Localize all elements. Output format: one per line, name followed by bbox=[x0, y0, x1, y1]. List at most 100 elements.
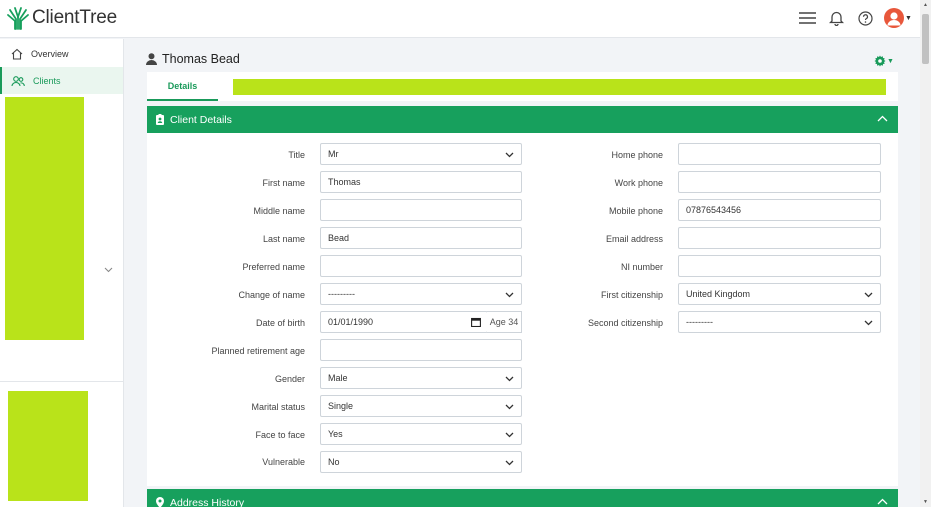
change-of-name-value: --------- bbox=[328, 289, 355, 299]
help-icon[interactable] bbox=[855, 8, 875, 28]
chevron-down-icon bbox=[505, 150, 514, 160]
age-addon: Age 34 bbox=[487, 311, 522, 333]
redacted-block bbox=[8, 391, 88, 501]
chevron-down-icon bbox=[505, 374, 514, 384]
person-icon bbox=[146, 53, 157, 65]
preferred-name-label: Preferred name bbox=[242, 262, 305, 272]
sidebar-item-label: Overview bbox=[31, 48, 69, 59]
change-of-name-label: Change of name bbox=[238, 290, 305, 300]
gender-label: Gender bbox=[274, 374, 305, 384]
tab-bar: Details bbox=[147, 72, 898, 101]
address-history-panel: Address History bbox=[147, 489, 898, 507]
client-details-header[interactable]: Client Details bbox=[147, 106, 898, 133]
planned-retirement-age-input[interactable] bbox=[320, 339, 522, 361]
second-citizenship-value: --------- bbox=[686, 317, 713, 327]
scroll-up-arrow-icon[interactable]: ▲ bbox=[922, 2, 929, 8]
top-navbar: ClientTree ▼ bbox=[0, 0, 920, 38]
gender-select[interactable]: Male bbox=[320, 367, 522, 389]
last-name-value: Bead bbox=[328, 233, 350, 243]
sidebar: Overview Clients bbox=[0, 39, 124, 507]
page-title: Thomas Bead bbox=[146, 52, 240, 66]
second-citizenship-label: Second citizenship bbox=[587, 318, 663, 328]
chevron-down-icon bbox=[505, 458, 514, 468]
client-name: Thomas Bead bbox=[162, 52, 240, 66]
chevron-down-icon bbox=[864, 318, 873, 328]
user-menu[interactable]: ▼ bbox=[884, 8, 912, 28]
home-icon bbox=[11, 48, 23, 60]
date-of-birth-label: Date of birth bbox=[255, 318, 305, 328]
home-phone-input[interactable] bbox=[678, 143, 881, 165]
gear-icon bbox=[874, 55, 886, 67]
tree-logo-icon bbox=[7, 7, 29, 30]
panel-title: Client Details bbox=[170, 113, 232, 126]
page-scrollbar[interactable]: ▲ ▼ bbox=[920, 0, 931, 507]
second-citizenship-select[interactable]: --------- bbox=[678, 311, 881, 333]
settings-menu[interactable]: ▼ bbox=[874, 55, 894, 67]
marital-status-label: Marital status bbox=[251, 402, 305, 412]
date-of-birth-value: 01/01/1990 bbox=[328, 317, 374, 327]
change-of-name-select[interactable]: --------- bbox=[320, 283, 522, 305]
email-address-label: Email address bbox=[605, 234, 663, 244]
first-citizenship-value: United Kingdom bbox=[686, 289, 751, 299]
panel-title: Address History bbox=[170, 496, 245, 507]
sidebar-divider bbox=[0, 381, 124, 382]
users-icon bbox=[11, 75, 25, 86]
preferred-name-input[interactable] bbox=[320, 255, 522, 277]
scroll-thumb[interactable] bbox=[922, 14, 929, 64]
ni-number-label: NI number bbox=[620, 262, 663, 272]
calendar-icon[interactable] bbox=[471, 317, 481, 329]
bell-icon[interactable] bbox=[826, 8, 846, 28]
email-address-input[interactable] bbox=[678, 227, 881, 249]
first-citizenship-label: First citizenship bbox=[600, 290, 663, 300]
sidebar-item-label: Clients bbox=[33, 75, 61, 86]
id-badge-icon bbox=[156, 114, 164, 125]
chevron-down-icon: ▼ bbox=[905, 14, 912, 22]
map-pin-icon bbox=[156, 497, 164, 507]
last-name-label: Last name bbox=[262, 234, 305, 244]
vulnerable-label: Vulnerable bbox=[262, 457, 305, 467]
chevron-up-icon[interactable] bbox=[877, 113, 888, 125]
clienttree-logo[interactable]: ClientTree bbox=[6, 5, 117, 31]
face-to-face-label: Face to face bbox=[255, 430, 305, 440]
planned-retirement-age-label: Planned retirement age bbox=[211, 346, 305, 356]
redacted-block bbox=[233, 79, 886, 95]
first-name-input[interactable]: Thomas bbox=[320, 171, 522, 193]
work-phone-input[interactable] bbox=[678, 171, 881, 193]
tab-details[interactable]: Details bbox=[147, 72, 218, 101]
chevron-down-icon bbox=[505, 290, 514, 300]
menu-icon[interactable] bbox=[797, 8, 817, 28]
sidebar-item-clients[interactable]: Clients bbox=[0, 67, 123, 94]
title-select[interactable]: Mr bbox=[320, 143, 522, 165]
chevron-down-icon[interactable] bbox=[104, 265, 113, 276]
marital-status-select[interactable]: Single bbox=[320, 395, 522, 417]
vulnerable-select[interactable]: No bbox=[320, 451, 522, 473]
scroll-down-arrow-icon[interactable]: ▼ bbox=[922, 499, 929, 505]
date-of-birth-input[interactable]: 01/01/1990 bbox=[320, 311, 488, 333]
chevron-down-icon bbox=[505, 430, 514, 440]
chevron-up-icon[interactable] bbox=[877, 496, 888, 507]
chevron-down-icon: ▼ bbox=[887, 57, 894, 65]
home-phone-label: Home phone bbox=[611, 150, 663, 160]
title-label: Title bbox=[288, 150, 305, 160]
vulnerable-value: No bbox=[328, 457, 340, 467]
chevron-down-icon bbox=[864, 290, 873, 300]
middle-name-label: Middle name bbox=[253, 206, 305, 216]
last-name-input[interactable]: Bead bbox=[320, 227, 522, 249]
mobile-phone-input[interactable]: 07876543456 bbox=[678, 199, 881, 221]
sidebar-item-overview[interactable]: Overview bbox=[0, 40, 123, 67]
middle-name-input[interactable] bbox=[320, 199, 522, 221]
first-name-value: Thomas bbox=[328, 177, 361, 187]
marital-status-value: Single bbox=[328, 401, 354, 411]
address-history-header[interactable]: Address History bbox=[147, 489, 898, 507]
redacted-block bbox=[5, 97, 84, 340]
title-value: Mr bbox=[328, 149, 339, 159]
first-name-label: First name bbox=[262, 178, 305, 188]
ni-number-input[interactable] bbox=[678, 255, 881, 277]
mobile-phone-label: Mobile phone bbox=[608, 206, 663, 216]
gender-value: Male bbox=[328, 373, 348, 383]
face-to-face-select[interactable]: Yes bbox=[320, 423, 522, 445]
first-citizenship-select[interactable]: United Kingdom bbox=[678, 283, 881, 305]
work-phone-label: Work phone bbox=[614, 178, 663, 188]
user-avatar-icon bbox=[884, 8, 905, 28]
app-name: ClientTree bbox=[32, 7, 117, 28]
